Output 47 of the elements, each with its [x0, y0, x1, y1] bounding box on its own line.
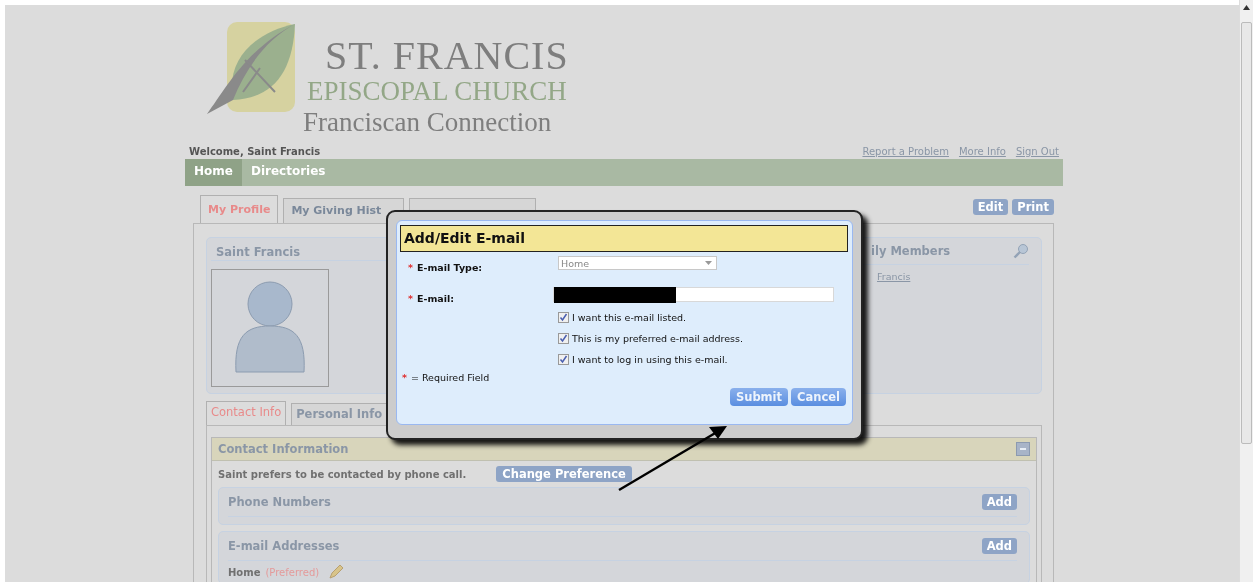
required-mark: * — [408, 261, 413, 273]
dialog-button[interactable]: Cancel — [791, 388, 846, 406]
scrollbar-thumb[interactable] — [1241, 22, 1252, 444]
header-link[interactable]: Report a Problem — [862, 146, 949, 157]
email-type: Home — [228, 566, 261, 578]
option-label: I want to log in using this e-mail. — [572, 354, 728, 365]
field-label: E-mail: — [416, 293, 455, 304]
family-member-link[interactable]: Francis — [877, 271, 911, 282]
preference-text: Saint prefers to be contacted by phone call. — [218, 468, 467, 480]
action-button[interactable]: Print — [1012, 198, 1054, 215]
scroll-up-icon[interactable] — [1243, 5, 1250, 10]
nav-item[interactable]: Home — [185, 159, 242, 186]
required-mark: * — [402, 372, 407, 383]
preferred-label: (Preferred) — [265, 566, 320, 578]
checkbox[interactable] — [558, 312, 569, 323]
welcome-text: Welcome, Saint Francis — [189, 146, 321, 157]
checkbox[interactable] — [558, 354, 569, 365]
logo-tagline: Franciscan Connection — [303, 109, 553, 136]
nav-item[interactable]: Directories — [241, 159, 335, 186]
section-title: Contact Information — [218, 442, 349, 456]
checkbox[interactable] — [558, 333, 569, 344]
caret-icon — [705, 261, 712, 265]
required-mark: * — [408, 293, 413, 304]
subsection-title: Phone Numbers — [228, 495, 331, 509]
tab[interactable]: Personal Info — [291, 403, 388, 425]
option-label: I want this e-mail listed. — [572, 312, 687, 323]
option-label: This is my preferred e-mail address. — [572, 333, 744, 344]
dialog-title: Add/Edit E-mail — [400, 225, 848, 252]
change-preference-button[interactable]: Change Preference — [496, 466, 632, 482]
subsection-title: E-mail Addresses — [228, 539, 340, 553]
action-button[interactable]: Edit — [972, 198, 1009, 215]
required-note: = Required Field — [410, 372, 490, 383]
type-dropdown[interactable]: Home — [558, 256, 717, 270]
add-button[interactable]: Add — [981, 494, 1017, 510]
tab[interactable]: Contact Info — [206, 401, 287, 425]
header-link[interactable]: More Info — [958, 146, 1006, 157]
header-link[interactable]: Sign Out — [1015, 146, 1059, 157]
email-input-field[interactable] — [553, 287, 834, 302]
dialog-button[interactable]: Submit — [729, 388, 789, 406]
scrollbar[interactable] — [1239, 0, 1253, 582]
add-button[interactable]: Add — [981, 538, 1017, 554]
logo-subtitle: EPISCOPAL CHURCH — [307, 78, 568, 105]
tab[interactable]: My Profile — [200, 195, 279, 223]
logo-title: ST. FRANCIS — [325, 36, 569, 76]
field-label: E-mail Type: — [416, 261, 483, 273]
tab[interactable]: My Giving Hist — [283, 198, 405, 223]
family-members-title: ily Members — [871, 244, 951, 258]
